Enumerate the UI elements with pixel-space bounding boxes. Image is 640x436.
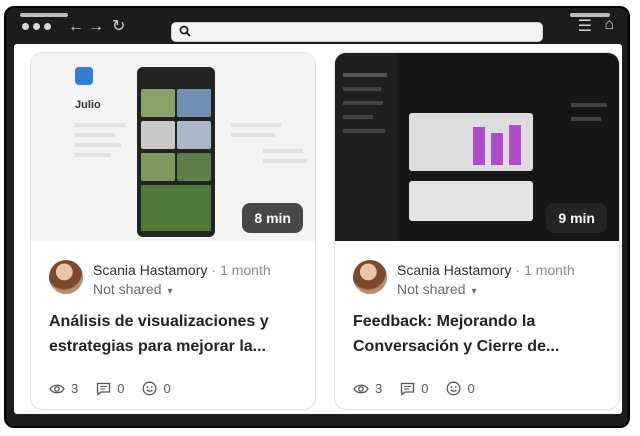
browser-toolbar: ← → ↻ ☰ ⌂ [6, 8, 628, 44]
avatar[interactable] [49, 260, 83, 294]
avatar[interactable] [353, 260, 387, 294]
separator-dot: · [515, 262, 521, 278]
stats-row: 3 0 0 [49, 381, 171, 396]
sharing-dropdown[interactable]: Not shared ▾ [93, 281, 173, 297]
back-arrow-icon[interactable]: ← [68, 17, 84, 37]
photo-tile [177, 153, 211, 181]
video-title[interactable]: Análisis de visualizaciones y estrategia… [49, 309, 299, 359]
duration-badge: 8 min [242, 203, 303, 233]
address-bar[interactable] [171, 22, 543, 42]
author-line: Scania Hastamory · 1 month [93, 262, 271, 278]
thumbnail-line [343, 115, 373, 119]
sharing-label: Not shared [397, 281, 466, 297]
video-card[interactable]: 9 min Scania Hastamory · 1 month Not share… [334, 52, 620, 410]
thumbnail-bar [473, 127, 485, 165]
phone-preview [137, 67, 215, 237]
thumbnail-heading: Julio [75, 99, 101, 111]
thumbnail-line [343, 129, 385, 133]
reload-icon[interactable]: ↻ [112, 17, 125, 37]
shortcut-icon [75, 67, 93, 85]
comments-stat[interactable]: 0 [400, 381, 428, 396]
timestamp: 1 month [220, 262, 271, 278]
reactions-count: 0 [163, 381, 171, 396]
thumbnail-chart [409, 113, 533, 171]
thumbnail-bar [491, 133, 503, 165]
photo-tile [141, 153, 175, 181]
chevron-down-icon: ▾ [471, 286, 477, 297]
views-stat: 3 [353, 381, 382, 396]
sharing-dropdown[interactable]: Not shared ▾ [397, 281, 477, 297]
thumbnail-chart [409, 181, 533, 221]
timestamp: 1 month [524, 262, 575, 278]
home-icon[interactable]: ⌂ [604, 16, 614, 34]
thumbnail-line [343, 87, 381, 91]
comment-icon [97, 382, 111, 396]
window-dot-icon[interactable] [44, 23, 51, 30]
menu-icon[interactable]: ☰ [578, 16, 592, 36]
views-count: 3 [375, 381, 383, 396]
thumbnail-line [571, 103, 607, 107]
page-content: Julio 8 min Scania Hastamory · 1 month N… [14, 44, 622, 414]
eye-icon [49, 384, 65, 393]
browser-window: ← → ↻ ☰ ⌂ Julio 8 min Scania Hastamory ·… [4, 6, 630, 428]
window-dot-icon[interactable] [22, 23, 29, 30]
photo-tile [141, 89, 175, 117]
window-dot-icon[interactable] [33, 23, 40, 30]
author-name[interactable]: Scania Hastamory [397, 262, 511, 278]
thumbnail-line [75, 153, 111, 157]
video-title[interactable]: Feedback: Mejorando la Conversación y Ci… [353, 309, 603, 359]
photo-tile [141, 121, 175, 149]
author-name[interactable]: Scania Hastamory [93, 262, 207, 278]
thumbnail-bar [509, 125, 521, 165]
reactions-count: 0 [467, 381, 475, 396]
photo-tile [177, 89, 211, 117]
views-stat: 3 [49, 381, 78, 396]
chevron-down-icon: ▾ [167, 286, 173, 297]
thumbnail-line [343, 101, 383, 105]
thumbnail-line [75, 123, 125, 127]
duration-badge: 9 min [546, 203, 607, 233]
thumbnail-line [231, 123, 281, 127]
comment-icon [401, 382, 415, 396]
thumbnail-line [571, 117, 601, 121]
video-thumbnail[interactable]: 9 min [335, 53, 619, 241]
thumbnail-line [263, 149, 303, 153]
reactions-stat[interactable]: 0 [446, 381, 475, 396]
stats-row: 3 0 0 [353, 381, 475, 396]
thumbnail-line [343, 73, 387, 77]
video-thumbnail[interactable]: Julio 8 min [31, 53, 315, 241]
thumbnail-line [263, 159, 307, 163]
separator-dot: · [211, 262, 217, 278]
thumbnail-line [231, 133, 275, 137]
author-line: Scania Hastamory · 1 month [397, 262, 575, 278]
window-controls[interactable] [22, 23, 51, 30]
thumbnail-line [75, 133, 115, 137]
smiley-icon [143, 381, 157, 396]
photo-tile [177, 121, 211, 149]
comments-count: 0 [421, 381, 429, 396]
thumbnail-sidebar [335, 53, 397, 241]
eye-icon [353, 384, 369, 393]
video-card[interactable]: Julio 8 min Scania Hastamory · 1 month N… [30, 52, 316, 410]
comments-count: 0 [117, 381, 125, 396]
reactions-stat[interactable]: 0 [142, 381, 171, 396]
thumbnail-line [75, 143, 121, 147]
search-icon [179, 25, 191, 37]
photo-tile [141, 185, 211, 231]
toolbar-bar-left [20, 13, 68, 17]
smiley-icon [447, 381, 461, 396]
comments-stat[interactable]: 0 [96, 381, 124, 396]
forward-arrow-icon[interactable]: → [88, 17, 104, 37]
sharing-label: Not shared [93, 281, 162, 297]
views-count: 3 [71, 381, 79, 396]
